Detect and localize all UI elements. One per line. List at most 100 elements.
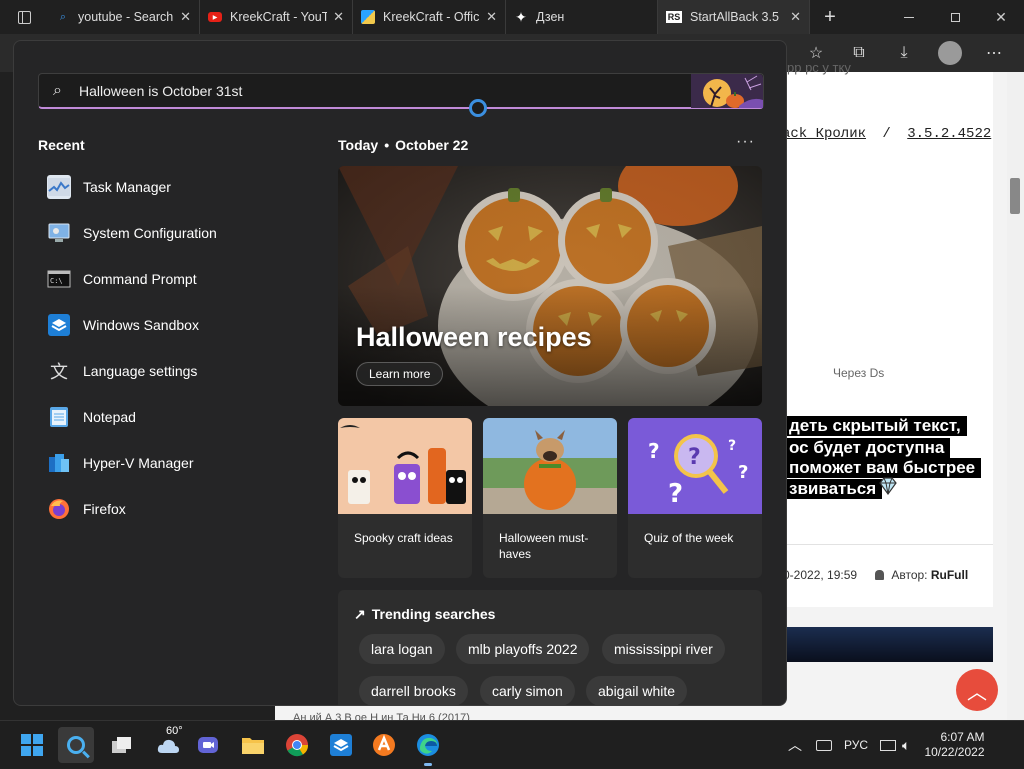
tab-title: Дзен: [536, 10, 565, 24]
svg-text:?: ?: [728, 438, 736, 454]
tab-youtube-search[interactable]: ⌕ youtube - Search ✕: [48, 0, 200, 34]
trending-pill[interactable]: abigail white: [586, 676, 688, 705]
recent-item-label: Firefox: [83, 501, 126, 517]
svg-text:?: ?: [648, 439, 660, 463]
rs-icon: RS: [666, 11, 682, 23]
card-halloween-must-haves[interactable]: Halloween must-haves: [483, 418, 617, 578]
trending-heading-label: Trending searches: [371, 606, 496, 622]
more-menu-icon[interactable]: ⋯: [983, 42, 1005, 64]
tab-startallback[interactable]: RS StartAllBack 3.5 ✕: [658, 0, 810, 34]
halloween-doodle-icon: [691, 74, 763, 108]
volume-icon[interactable]: 🔈︎: [902, 737, 910, 754]
tab-actions-button[interactable]: [0, 0, 48, 34]
card-caption: Halloween must-haves: [499, 531, 589, 561]
more-options-icon[interactable]: ···: [736, 133, 755, 151]
keyboard-icon[interactable]: [816, 739, 832, 751]
page-scroll-thumb[interactable]: [1010, 178, 1020, 214]
close-tab-icon[interactable]: ✕: [790, 9, 801, 25]
clock-time: 6:07 AM: [940, 730, 985, 744]
recent-item-windows-sandbox[interactable]: Windows Sandbox: [47, 307, 287, 343]
network-icon[interactable]: [880, 739, 897, 751]
firefox-icon: [47, 497, 71, 521]
recent-item-command-prompt[interactable]: C:\ Command Prompt: [47, 261, 287, 297]
close-window-button[interactable]: ✕: [978, 0, 1024, 34]
halloween-must-haves-image: [483, 418, 617, 514]
recent-item-firefox[interactable]: Firefox: [47, 491, 287, 527]
folder-icon: [242, 738, 264, 754]
close-tab-icon[interactable]: ✕: [180, 9, 191, 25]
search-input[interactable]: [79, 80, 639, 102]
trending-pill[interactable]: darrell brooks: [359, 676, 468, 705]
sandbox-taskbar-button[interactable]: [323, 727, 359, 763]
search-icon: ⌕: [59, 10, 67, 23]
task-view-icon: [112, 737, 131, 753]
recent-item-label: System Configuration: [83, 225, 217, 241]
trending-pill[interactable]: carly simon: [480, 676, 575, 705]
tab-title: youtube - Search: [78, 10, 174, 24]
recent-item-system-configuration[interactable]: System Configuration: [47, 215, 287, 251]
trending-pill[interactable]: mlb playoffs 2022: [456, 634, 590, 664]
link-separator: /: [882, 126, 891, 142]
trending-pill[interactable]: lara logan: [359, 634, 445, 664]
recent-item-task-manager[interactable]: Task Manager: [47, 169, 287, 205]
tab-title: KreekCraft - Official: [383, 10, 480, 24]
tab-title: KreekCraft - YouTube: [230, 10, 327, 24]
recent-item-hyper-v-manager[interactable]: Hyper-V Manager: [47, 445, 287, 481]
recent-item-label: Language settings: [83, 363, 198, 379]
trending-pill[interactable]: mississippi river: [602, 634, 725, 664]
tab-zen[interactable]: ✦ Дзен: [506, 0, 658, 34]
recent-item-language-settings[interactable]: 文 Language settings: [47, 353, 287, 389]
search-flyout: ⌕ Recent Task Manager System Configurati…: [13, 40, 787, 706]
profile-avatar-icon[interactable]: [938, 41, 962, 65]
teams-chat-button[interactable]: [190, 727, 226, 763]
recent-item-notepad[interactable]: Notepad: [47, 399, 287, 435]
scroll-top-button[interactable]: ︿: [956, 669, 998, 711]
card-spooky-craft[interactable]: Spooky craft ideas: [338, 418, 472, 578]
tab-kreekcraft-youtube[interactable]: ▶ KreekCraft - YouTube ✕: [200, 0, 353, 34]
link-user[interactable]: ack_Кролик: [782, 126, 866, 142]
start-button[interactable]: [14, 727, 50, 763]
quiz-image: ? ? ? ? ?: [628, 418, 762, 514]
zen-icon: ✦: [515, 8, 527, 25]
active-indicator: [424, 763, 432, 766]
windows-sandbox-icon: [330, 734, 352, 756]
taskbar-search-button[interactable]: [58, 727, 94, 763]
hidden-text-line-2: ос будет доступна: [783, 438, 951, 458]
show-hidden-icons-chevron-icon[interactable]: ︿: [788, 735, 802, 755]
input-language[interactable]: РУС: [844, 738, 868, 752]
minimize-button[interactable]: [886, 0, 932, 34]
diamond-icon: [877, 475, 899, 497]
clock[interactable]: 6:07 AM 10/22/2022: [924, 730, 984, 760]
restore-icon: [950, 12, 960, 22]
card-quiz-of-the-week[interactable]: ? ? ? ? ? Quiz of the week: [628, 418, 762, 578]
restore-button[interactable]: [932, 0, 978, 34]
close-tab-icon[interactable]: ✕: [333, 9, 344, 25]
new-tab-button[interactable]: +: [810, 0, 850, 34]
hero-card[interactable]: Halloween recipes Learn more: [338, 166, 762, 406]
weather-widget[interactable]: 60°: [148, 725, 188, 763]
author-label: Автор:: [891, 568, 928, 582]
page-scrollbar[interactable]: [1007, 72, 1024, 720]
task-view-button[interactable]: [103, 727, 139, 763]
collections-icon[interactable]: ⧉: [848, 42, 870, 64]
tab-kreekcraft-official[interactable]: KreekCraft - Official ✕: [353, 0, 506, 34]
search-box[interactable]: ⌕: [38, 73, 764, 109]
learn-more-button[interactable]: Learn more: [356, 362, 444, 386]
user-icon: [875, 570, 884, 580]
today-date: October 22: [395, 137, 469, 153]
hidden-text-line-4: звиваться: [783, 479, 883, 499]
author-name[interactable]: RuFull: [931, 568, 968, 582]
file-explorer-button[interactable]: [235, 727, 271, 763]
avast-button[interactable]: [366, 727, 402, 763]
spooky-craft-image: [338, 418, 472, 514]
download-icon[interactable]: ⤓: [893, 42, 915, 64]
close-tab-icon[interactable]: ✕: [486, 9, 497, 25]
link-version[interactable]: 3.5.2.4522: [907, 126, 991, 142]
edge-icon: [417, 734, 439, 756]
avast-icon: [373, 734, 395, 756]
post-date: 0-2022, 19:59: [783, 568, 858, 582]
edge-button[interactable]: [410, 727, 446, 766]
task-manager-icon: [47, 175, 71, 199]
chrome-button[interactable]: [279, 727, 315, 763]
card-caption: Quiz of the week: [644, 531, 734, 545]
